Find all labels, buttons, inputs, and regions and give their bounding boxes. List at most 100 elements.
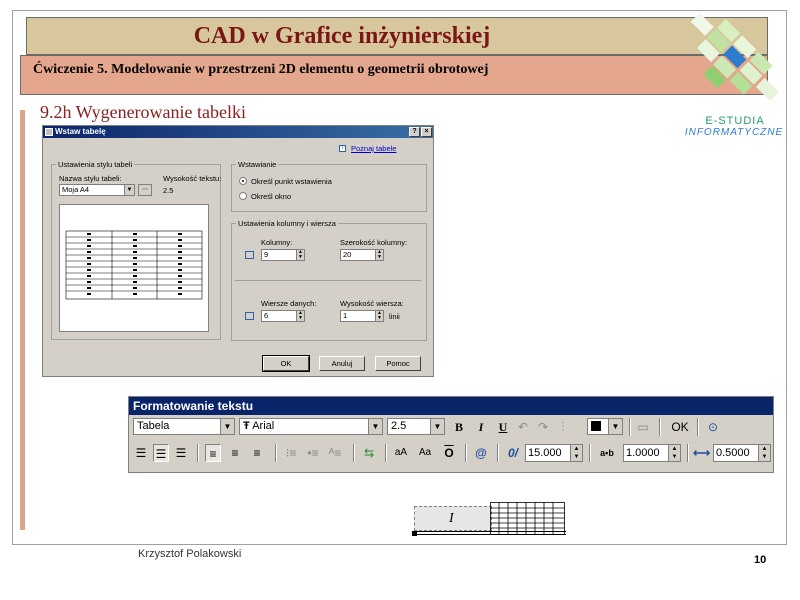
align-bottom-icon[interactable]: ≡ <box>249 444 265 462</box>
style-name-select[interactable]: Moja A4 ▼ <box>59 184 135 196</box>
drawing-canvas[interactable]: I <box>128 473 774 539</box>
align-middle-icon[interactable]: ≡ <box>227 444 243 462</box>
text-height-select[interactable]: 2.5 ▼ <box>387 418 445 435</box>
spin-arrows-icon[interactable]: ▲ ▼ <box>375 311 383 321</box>
chevron-down-icon: ▼ <box>124 185 134 195</box>
rows-icon <box>245 312 254 320</box>
rows-stepper[interactable]: 6 ▲ ▼ <box>261 310 305 322</box>
lettered-list-icon[interactable]: ᴬ≡ <box>327 444 343 462</box>
spin-arrows-icon[interactable]: ▲ ▼ <box>375 250 383 260</box>
separator <box>589 444 591 462</box>
style-name-label: Nazwa stylu tabeli: <box>59 174 122 183</box>
left-accent-rule <box>20 110 25 530</box>
insert-mode-group-label: Wstawianie <box>236 160 279 169</box>
color-select[interactable]: ▼ <box>587 418 623 435</box>
chevron-down-icon: ▼ <box>368 419 382 434</box>
separator <box>687 444 689 462</box>
text-height-value: 2.5 <box>163 186 174 195</box>
column-row-group-label: Ustawienia kolumny i wiersza <box>236 219 338 228</box>
ruler-icon[interactable]: ▭ <box>635 418 651 436</box>
author-name: Krzysztof Polakowski <box>138 548 242 560</box>
app-icon <box>45 128 53 136</box>
chevron-down-icon: ▼ <box>430 419 444 434</box>
col-width-value: 20 <box>343 250 352 259</box>
lowercase-icon[interactable]: Aa <box>417 444 433 462</box>
stack-icon[interactable]: ⫶ <box>555 418 571 436</box>
overline-icon[interactable]: O <box>441 444 457 462</box>
text-style-value: Tabela <box>137 420 170 432</box>
close-icon[interactable]: × <box>421 127 432 137</box>
col-width-stepper[interactable]: 20 ▲ ▼ <box>340 249 384 261</box>
align-center-icon[interactable]: ☰ <box>153 444 169 462</box>
group-divider <box>235 280 421 281</box>
help-button[interactable]: Pomoc <box>375 356 421 371</box>
italic-button[interactable]: I <box>473 418 489 436</box>
section-heading: 9.2h Wygenerowanie tabelki <box>40 102 247 122</box>
table-preview-graphic <box>65 230 203 300</box>
align-top-icon[interactable]: ≡ <box>205 444 221 462</box>
underline-button[interactable]: U <box>495 418 511 436</box>
tracking-label: a•b <box>600 448 614 458</box>
insert-point-radio[interactable] <box>239 177 247 185</box>
separator <box>385 444 387 462</box>
chevron-down-icon: ▼ <box>220 419 234 434</box>
uppercase-icon[interactable]: aA <box>393 444 409 462</box>
table-bottom-row <box>414 531 566 535</box>
symbol-icon[interactable]: @ <box>473 444 489 462</box>
slide-title: CAD w Grafice inżynierskiej <box>193 23 491 49</box>
spin-arrows-icon[interactable]: ▲ ▼ <box>570 445 582 461</box>
font-select[interactable]: Ŧ Arial ▼ <box>239 418 383 435</box>
separator <box>629 418 631 436</box>
slide-subtitle: Ćwiczenie 5. Modelowanie w przestrzeni 2… <box>33 62 489 77</box>
insert-window-radio[interactable] <box>239 192 247 200</box>
width-factor-value: 0.5000 <box>716 447 750 459</box>
align-right-icon[interactable]: ☰ <box>173 444 189 462</box>
active-cell-editor[interactable]: I <box>414 506 492 531</box>
spin-arrows-icon[interactable]: ▲ ▼ <box>296 311 304 321</box>
align-left-icon[interactable]: ☰ <box>133 444 149 462</box>
undo-icon[interactable]: ↶ <box>515 418 531 436</box>
columns-value: 9 <box>264 250 269 259</box>
width-factor-stepper[interactable]: 0.5000 ▲ ▼ <box>713 444 771 462</box>
truetype-icon: Ŧ <box>243 420 250 432</box>
subtitle-bar: Ćwiczenie 5. Modelowanie w przestrzeni 2… <box>20 55 768 95</box>
options-icon[interactable]: ⊙ <box>705 418 721 436</box>
columns-icon <box>245 251 254 259</box>
text-height-combo-value: 2.5 <box>391 420 407 432</box>
color-swatch <box>591 421 601 431</box>
insert-point-marker <box>412 531 417 536</box>
row-height-stepper[interactable]: 1 ▲ ▼ <box>340 310 384 322</box>
logo-text-line1: E-STUDIA <box>705 115 765 127</box>
toolbar-ok-button[interactable]: OK <box>667 418 693 436</box>
separator <box>465 444 467 462</box>
spin-arrows-icon[interactable]: ▲ ▼ <box>668 445 680 461</box>
redo-icon[interactable]: ↷ <box>535 418 551 436</box>
ok-button[interactable]: OK <box>262 355 310 372</box>
tracking-stepper[interactable]: 1.0000 ▲ ▼ <box>623 444 681 462</box>
spin-arrows-icon[interactable]: ▲ ▼ <box>296 250 304 260</box>
oblique-angle-stepper[interactable]: 15.000 ▲ ▼ <box>525 444 583 462</box>
table-style-browse-button[interactable]: ⋯ <box>138 184 152 196</box>
style-name-value: Moja A4 <box>62 185 90 194</box>
spin-arrows-icon[interactable]: ▲ ▼ <box>758 445 770 461</box>
text-formatting-toolbar: Formatowanie tekstu Tabela ▼ Ŧ Arial ▼ 2… <box>128 396 774 473</box>
numbered-list-icon[interactable]: ⁝≡ <box>283 444 299 462</box>
bold-button[interactable]: B <box>451 418 467 436</box>
text-cursor: I <box>449 511 454 526</box>
bullet-list-icon[interactable]: •≡ <box>305 444 321 462</box>
help-icon[interactable]: ? <box>409 127 420 137</box>
insert-mode-group: Wstawianie <box>231 160 427 212</box>
table-style-group-label: Ustawienia stylu tabeli <box>56 160 135 169</box>
font-value: Arial <box>252 420 275 432</box>
text-style-select[interactable]: Tabela ▼ <box>133 418 235 435</box>
info-icon: i <box>339 145 346 152</box>
width-factor-icon: ⟷ <box>693 446 711 460</box>
learn-tables-link[interactable]: Poznaj tabele <box>351 144 396 153</box>
columns-stepper[interactable]: 9 ▲ ▼ <box>261 249 305 261</box>
insert-table-dialog: Wstaw tabelę ? × i Poznaj tabele Ustawie… <box>42 125 434 377</box>
insert-window-label: Określ okno <box>251 192 292 201</box>
oblique-angle-value: 15.000 <box>528 447 562 459</box>
rows-label: Wiersze danych: <box>261 299 317 308</box>
cancel-button[interactable]: Anuluj <box>319 356 365 371</box>
insert-field-icon[interactable]: ⇆ <box>361 444 377 462</box>
